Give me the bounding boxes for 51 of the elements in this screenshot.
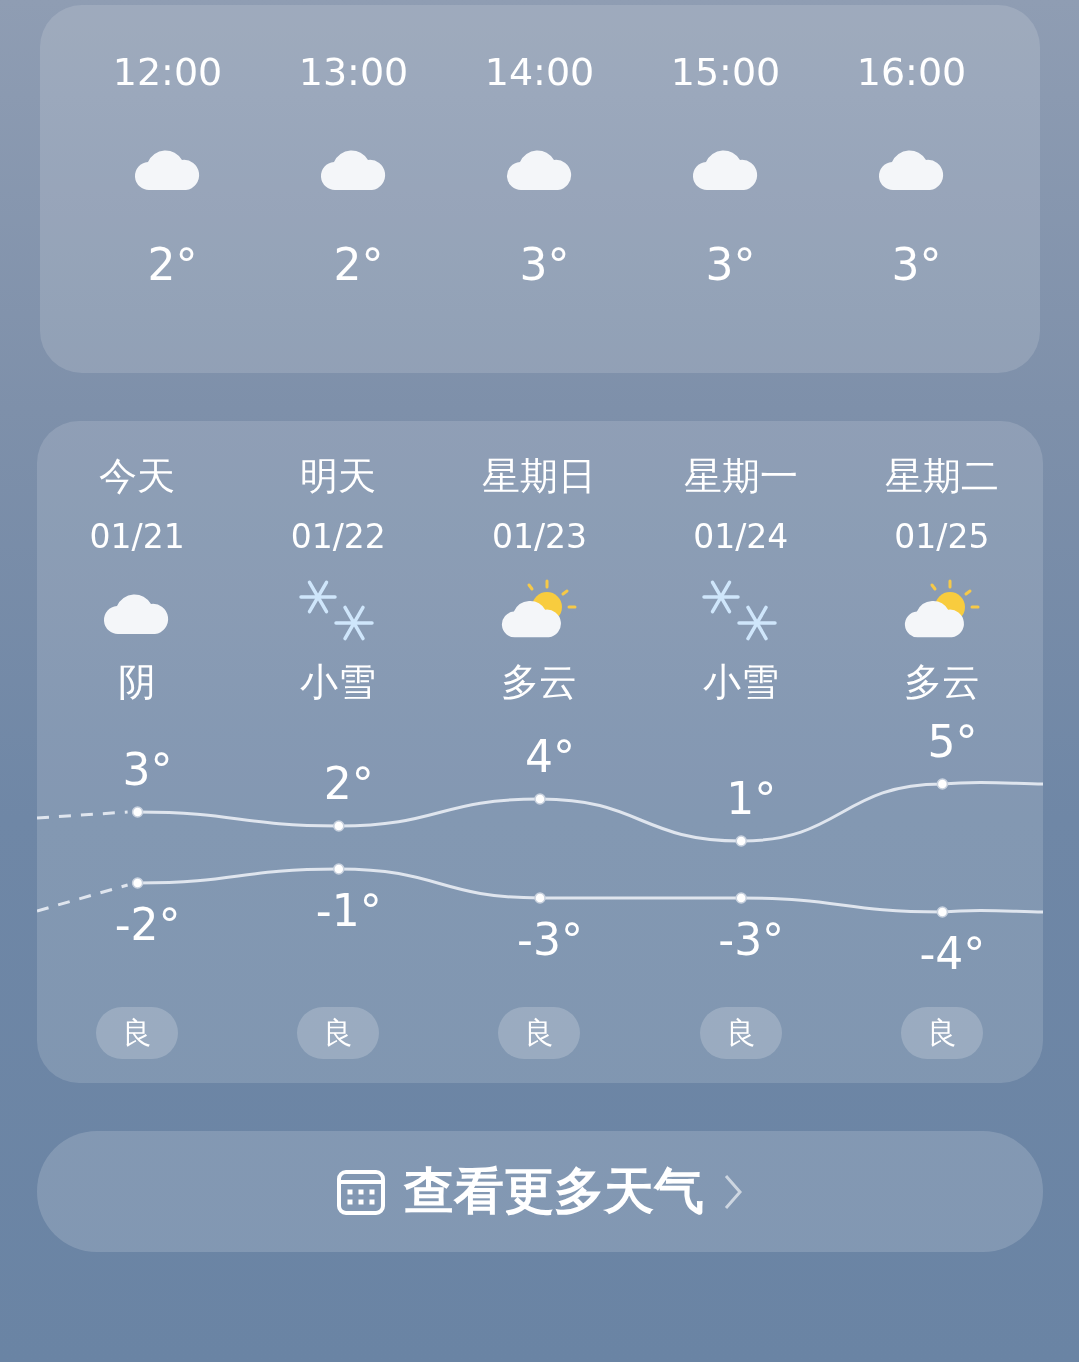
air-quality-badge: 良 xyxy=(96,1007,179,1059)
more-weather-button[interactable]: 查看更多天气 xyxy=(36,1131,1043,1252)
data-point xyxy=(936,906,948,918)
weather-condition: 小雪 xyxy=(300,659,377,706)
day-name: 星期二 xyxy=(884,453,999,500)
hour-temperature: 3° xyxy=(890,239,942,291)
data-point xyxy=(734,892,747,904)
hour-temperature: 3° xyxy=(704,239,756,291)
weather-condition: 多云 xyxy=(501,659,578,706)
high-temperature: 1° xyxy=(725,773,776,824)
hour-time: 16:00 xyxy=(856,49,967,95)
high-temperature: 2° xyxy=(323,758,374,809)
weather-condition: 小雪 xyxy=(702,659,779,706)
day-date: 01/21 xyxy=(89,517,185,557)
hour-temperature: 3° xyxy=(518,239,570,291)
day-date: 01/23 xyxy=(491,517,588,557)
data-point xyxy=(533,793,546,805)
day-name: 明天 xyxy=(300,453,377,500)
high-temperature: 3° xyxy=(122,744,173,795)
day-name: 星期一 xyxy=(683,453,798,500)
air-quality-badge: 良 xyxy=(900,1007,983,1059)
high-temperature: 5° xyxy=(926,717,977,767)
data-point xyxy=(332,820,345,832)
hour-time: 15:00 xyxy=(670,49,781,95)
data-point xyxy=(936,778,948,790)
day-date: 01/24 xyxy=(693,517,789,557)
low-temperature: -3° xyxy=(717,914,784,965)
hour-temperature: 2° xyxy=(146,239,198,291)
weather-condition: 多云 xyxy=(903,659,980,706)
data-point xyxy=(332,863,345,875)
data-point xyxy=(533,892,546,904)
hour-temperature: 2° xyxy=(332,239,384,291)
day-date: 01/25 xyxy=(894,517,990,557)
high-temperature: 4° xyxy=(524,731,575,782)
low-temperature: -4° xyxy=(918,928,985,979)
low-temperature: -2° xyxy=(114,899,181,950)
data-point xyxy=(131,806,143,818)
data-point xyxy=(131,877,143,889)
data-point xyxy=(734,835,747,847)
low-temperature: -3° xyxy=(516,914,583,965)
day-name: 今天 xyxy=(99,453,176,500)
air-quality-badge: 良 xyxy=(498,1007,581,1059)
air-quality-badge: 良 xyxy=(699,1007,782,1059)
hour-time: 13:00 xyxy=(298,49,409,95)
hour-time: 14:00 xyxy=(484,49,595,95)
day-date: 01/22 xyxy=(290,517,386,557)
weather-condition: 阴 xyxy=(118,659,157,706)
hour-time: 12:00 xyxy=(112,49,223,95)
low-temperature: -1° xyxy=(315,885,382,936)
day-name: 星期日 xyxy=(482,453,597,500)
air-quality-badge: 良 xyxy=(297,1007,380,1059)
